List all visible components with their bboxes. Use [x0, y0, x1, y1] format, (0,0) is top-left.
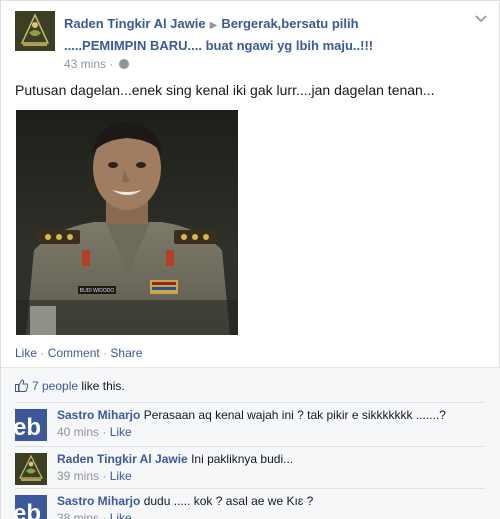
commenter-avatar[interactable] [15, 453, 47, 485]
post-actions: Like · Comment · Share [15, 346, 142, 360]
likes-count-link[interactable]: 7 people [32, 379, 78, 393]
likes-suffix: like this. [81, 379, 125, 393]
comment-meta: 40 mins · Like [57, 424, 485, 440]
comment-like-link[interactable]: Like [110, 469, 132, 483]
commenter-name-link[interactable]: Sastro Miharjo [57, 408, 140, 422]
comment-link[interactable]: Comment [48, 346, 100, 360]
thumbs-up-icon [15, 379, 28, 392]
comment-time[interactable]: 40 mins [57, 425, 99, 439]
action-separator: · [103, 346, 108, 360]
comment-text: dudu ..... kok ? asal ae we Kıɛ ? [143, 494, 314, 508]
share-link[interactable]: Share [110, 346, 142, 360]
svg-text:eb: eb [15, 414, 41, 441]
comment-body: Sastro Miharjo Perasaan aq kenal wajah i… [57, 407, 485, 440]
comment-text: Ini pakliknya budi... [191, 452, 294, 466]
meta-separator: · [102, 469, 107, 483]
svg-text:eb: eb [15, 500, 41, 519]
group-name-line2: .....PEMIMPIN BARU.... buat ngawi yg lbi… [64, 38, 374, 53]
group-name-line1: Bergerak,bersatu pilih [221, 16, 359, 31]
name-tag: BUDI WIDODO [80, 288, 115, 294]
comment-body: Sastro Miharjo dudu ..... kok ? asal ae … [57, 493, 485, 519]
commenter-name-link[interactable]: Sastro Miharjo [57, 494, 140, 508]
commenter-avatar[interactable]: eb [15, 495, 47, 519]
meta-separator: · [102, 425, 107, 439]
comment-item: Raden Tingkir Al Jawie Ini pakliknya bud… [15, 446, 485, 490]
post-meta: 43 mins · [64, 57, 129, 71]
globe-icon[interactable] [118, 59, 129, 69]
post-header-text: Raden Tingkir Al Jawie ▶ Bergerak,bersatu … [64, 14, 444, 56]
comment-time[interactable]: 38 mins [57, 511, 99, 519]
comment-like-link[interactable]: Like [110, 425, 132, 439]
comments-section: 7 people like this. eb Sastro Miharjo Pe… [1, 367, 500, 519]
meta-separator: · [109, 57, 114, 71]
author-avatar[interactable] [15, 11, 55, 51]
chevron-down-icon[interactable] [475, 15, 487, 23]
feed-post: Raden Tingkir Al Jawie ▶ Bergerak,bersatu … [0, 0, 500, 519]
comment-meta: 39 mins · Like [57, 468, 485, 484]
comment-time[interactable]: 39 mins [57, 469, 99, 483]
caret-right-icon: ▶ [209, 20, 218, 31]
action-separator: · [40, 346, 45, 360]
comment-body: Raden Tingkir Al Jawie Ini pakliknya bud… [57, 451, 485, 484]
post-text: Putusan dagelan...enek sing kenal iki ga… [15, 82, 435, 98]
meta-separator: · [102, 511, 107, 519]
comment-item: eb Sastro Miharjo Perasaan aq kenal waja… [15, 402, 485, 446]
author-name-link[interactable]: Raden Tingkir Al Jawie [64, 16, 206, 31]
commenter-name-link[interactable]: Raden Tingkir Al Jawie [57, 452, 188, 466]
comment-meta: 38 mins · Like [57, 510, 485, 519]
likes-summary: 7 people like this. [15, 379, 125, 393]
post-timestamp[interactable]: 43 mins [64, 57, 106, 71]
like-link[interactable]: Like [15, 346, 37, 360]
post-photo[interactable]: BUDI WIDODO [16, 110, 238, 335]
commenter-avatar[interactable]: eb [15, 409, 47, 441]
comment-item: eb Sastro Miharjo dudu ..... kok ? asal … [15, 488, 485, 519]
comment-like-link[interactable]: Like [110, 511, 132, 519]
comment-text: Perasaan aq kenal wajah ini ? tak pikir … [143, 408, 446, 422]
